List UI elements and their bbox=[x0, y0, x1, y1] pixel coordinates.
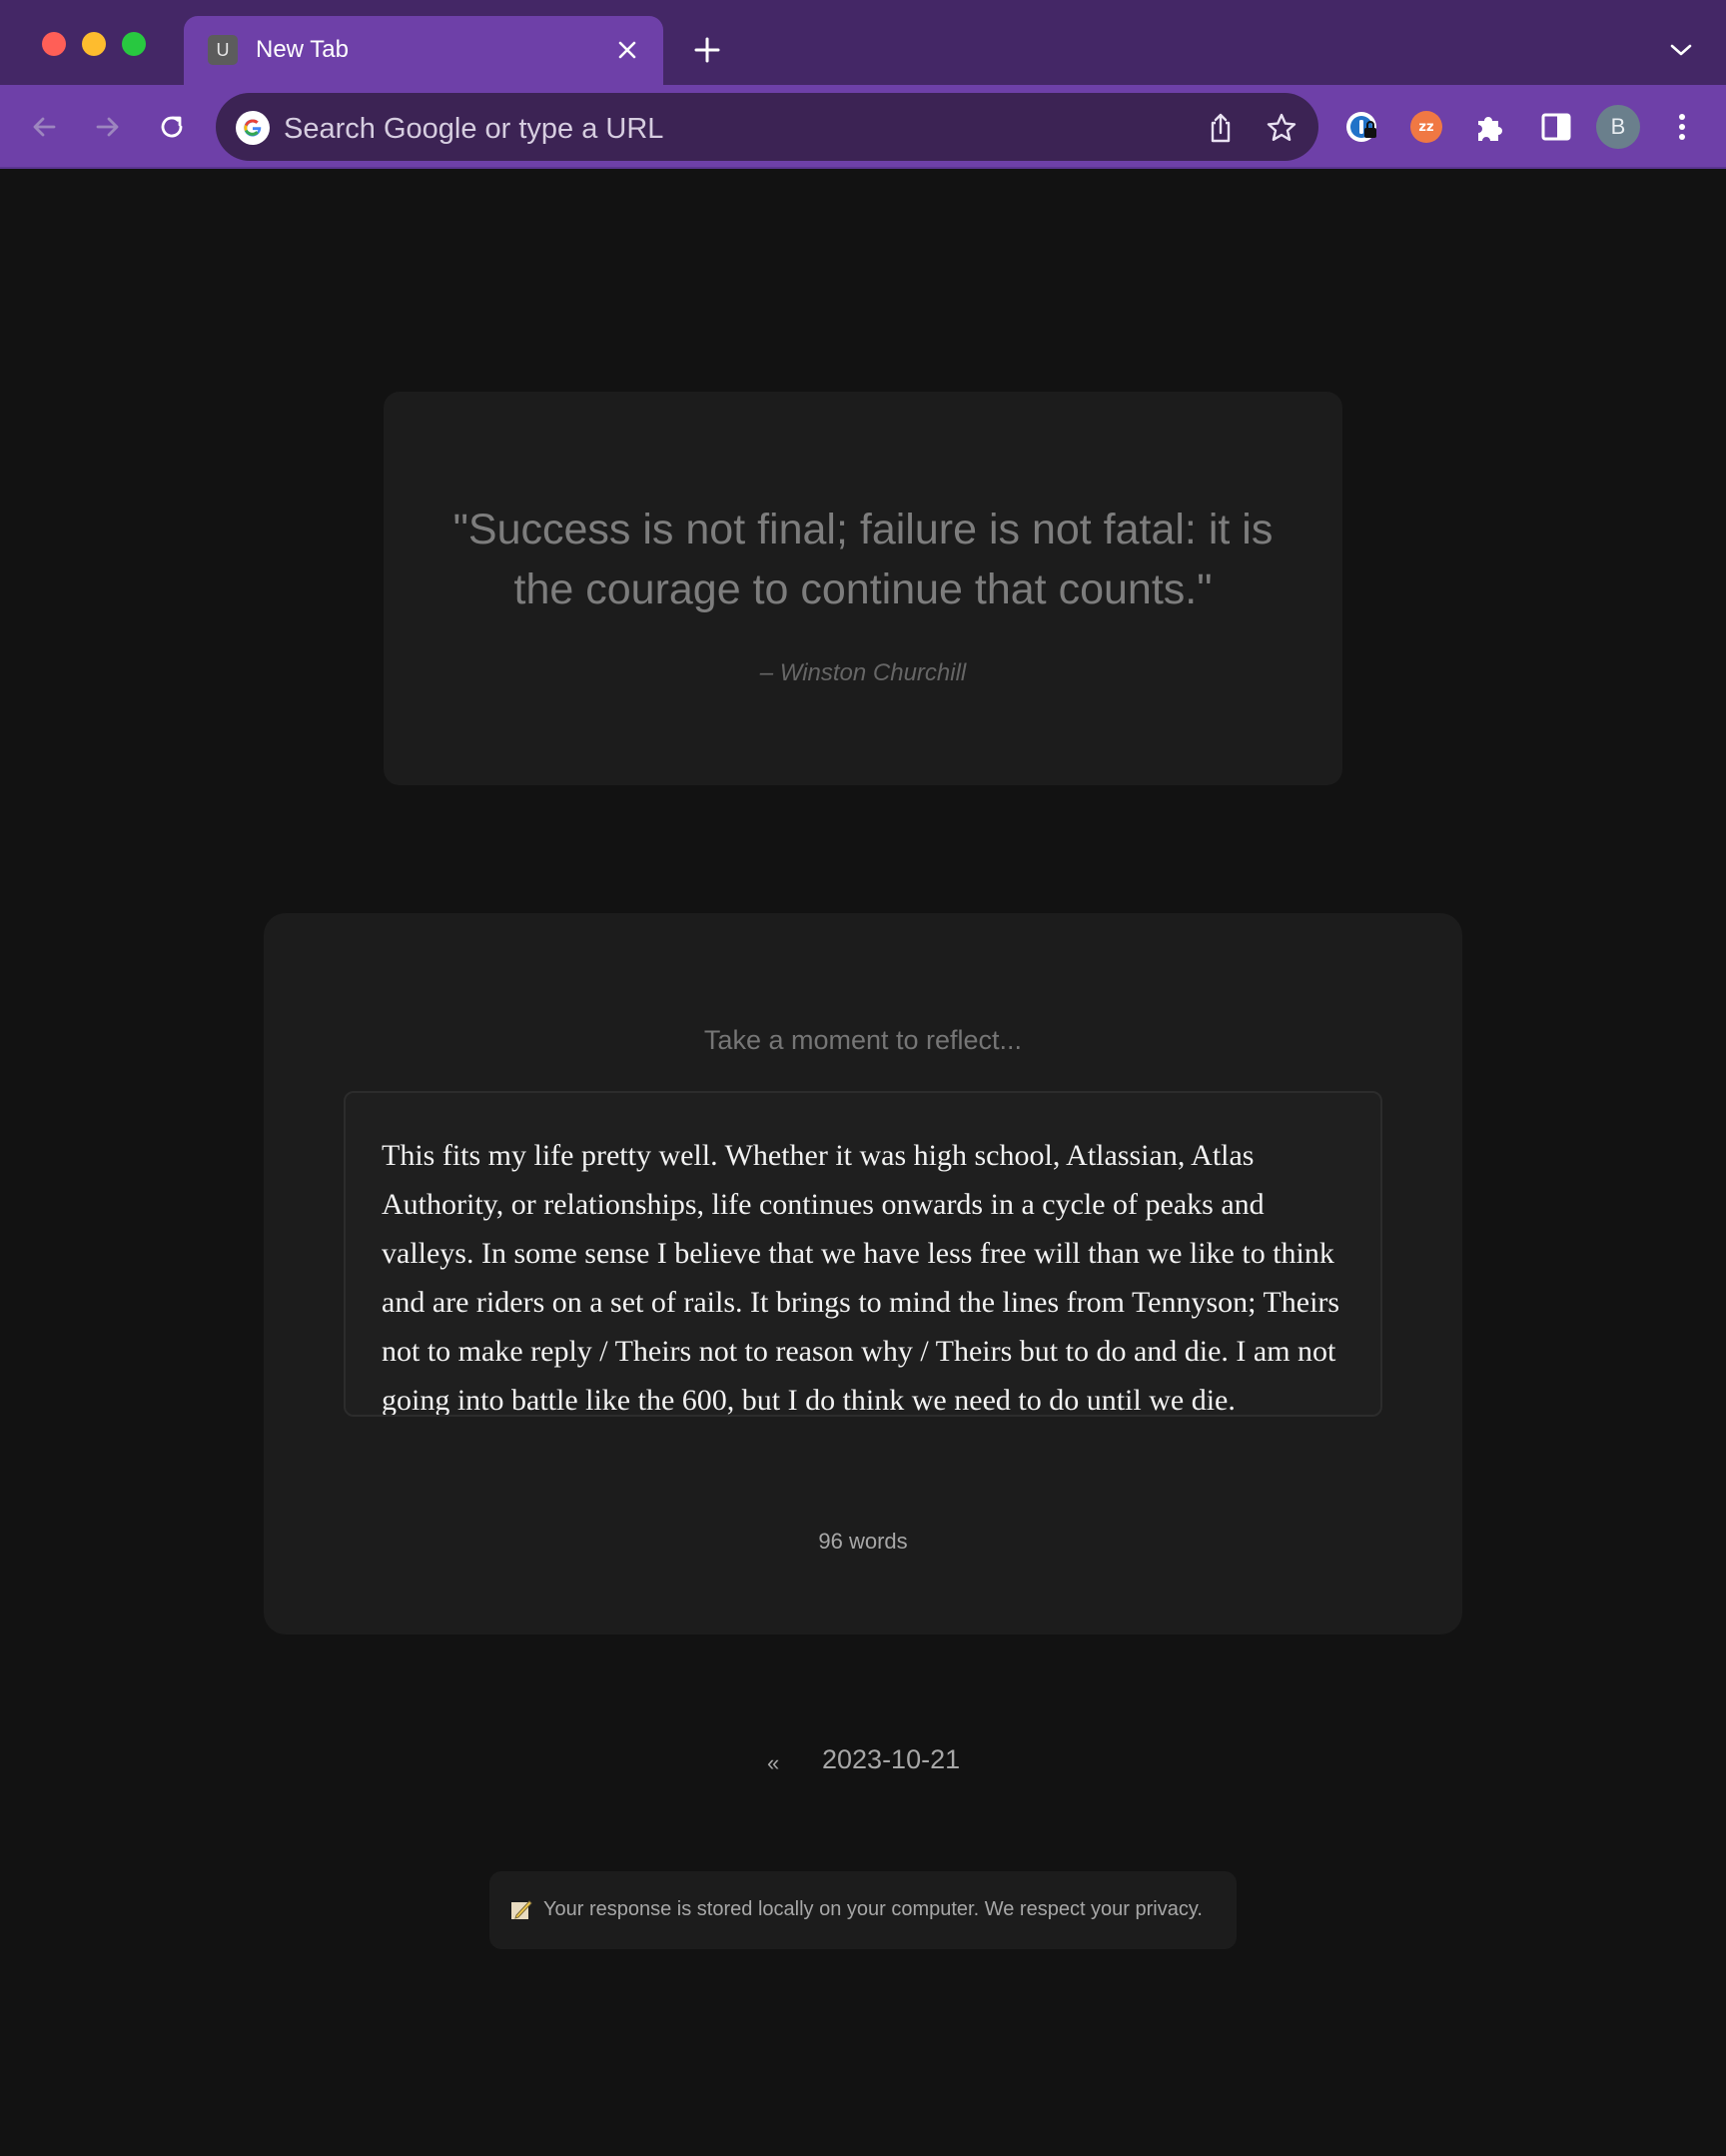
arrow-right-icon[interactable] bbox=[92, 111, 124, 143]
privacy-notice: Your response is stored locally on your … bbox=[489, 1871, 1237, 1949]
snooze-extension-icon[interactable]: zz bbox=[1408, 109, 1444, 145]
maximize-window-button[interactable] bbox=[122, 32, 146, 56]
tab-title: New Tab bbox=[256, 36, 349, 63]
star-icon[interactable] bbox=[1265, 111, 1298, 145]
google-g-icon bbox=[236, 111, 270, 145]
close-window-button[interactable] bbox=[42, 32, 66, 56]
svg-text:zz: zz bbox=[1418, 120, 1433, 135]
tab-strip: U New Tab bbox=[0, 0, 1726, 85]
close-icon[interactable] bbox=[615, 38, 639, 62]
quote-card: "Success is not final; failure is not fa… bbox=[384, 392, 1342, 785]
word-count: 96 words bbox=[818, 1529, 908, 1554]
tab-favicon: U bbox=[208, 35, 238, 65]
plus-icon[interactable] bbox=[693, 36, 721, 64]
puzzle-icon[interactable] bbox=[1472, 109, 1508, 145]
kebab-menu-icon[interactable] bbox=[1668, 109, 1696, 145]
reflection-card: Take a moment to reflect... This fits my… bbox=[264, 913, 1462, 1634]
reload-icon[interactable] bbox=[156, 111, 188, 143]
pencil-paper-icon bbox=[509, 1897, 533, 1921]
password-manager-extension-icon[interactable] bbox=[1344, 109, 1380, 145]
chevron-down-icon[interactable] bbox=[1668, 40, 1694, 60]
browser-toolbar: Search Google or type a URL zz B bbox=[0, 85, 1726, 169]
arrow-left-icon[interactable] bbox=[28, 111, 60, 143]
address-bar[interactable]: Search Google or type a URL bbox=[216, 93, 1318, 161]
side-panel-icon[interactable] bbox=[1538, 109, 1574, 145]
share-icon[interactable] bbox=[1205, 111, 1237, 145]
reflection-prompt: Take a moment to reflect... bbox=[703, 1025, 1023, 1055]
reflection-textarea[interactable]: This fits my life pretty well. Whether i… bbox=[344, 1091, 1382, 1417]
browser-window: U New Tab Search Google or type a URL zz… bbox=[0, 0, 1726, 2156]
avatar[interactable]: B bbox=[1596, 105, 1640, 149]
quote-author: – Winston Churchill bbox=[759, 659, 967, 686]
entry-date: 2023-10-21 bbox=[822, 1744, 961, 1774]
address-bar-placeholder: Search Google or type a URL bbox=[284, 113, 664, 145]
tab-new-tab[interactable]: U New Tab bbox=[184, 16, 663, 85]
privacy-text: Your response is stored locally on your … bbox=[543, 1898, 1203, 1920]
previous-day-button[interactable]: « bbox=[767, 1750, 779, 1776]
quote-text: "Success is not final; failure is not fa… bbox=[452, 506, 1274, 613]
minimize-window-button[interactable] bbox=[82, 32, 106, 56]
